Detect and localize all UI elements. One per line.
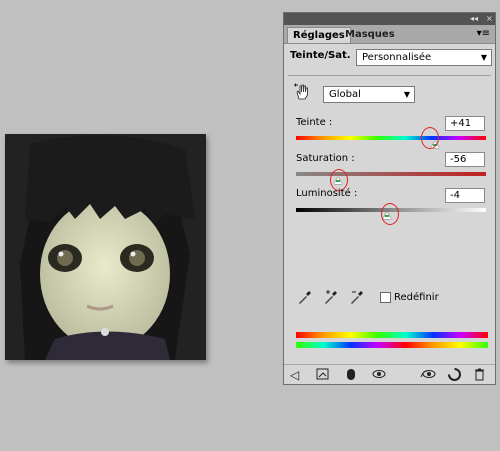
panel-titlebar: ◂◂ × (284, 13, 495, 25)
doll-image (5, 134, 206, 360)
reset-icon[interactable] (448, 368, 461, 384)
eyedropper-minus-icon[interactable] (350, 290, 364, 308)
chevron-down-icon: ▼ (403, 90, 410, 99)
output-spectrum-bar (296, 342, 488, 348)
lightness-input[interactable]: -4 (445, 188, 485, 203)
hue-track[interactable] (296, 136, 486, 140)
lightness-highlight-circle (381, 203, 399, 225)
adjustment-title: Teinte/Sat. (290, 50, 351, 61)
divider (288, 75, 491, 76)
back-arrow-icon[interactable]: ◁ (290, 368, 299, 382)
eyedropper-icon[interactable] (298, 290, 312, 308)
saturation-label: Saturation : (296, 153, 355, 164)
panel-toolbar: ◁ (284, 364, 495, 385)
lightness-label: Luminosité : (296, 188, 358, 199)
hue-input[interactable]: +41 (445, 116, 485, 131)
range-dropdown[interactable]: Global ▼ (323, 86, 415, 103)
colorize-label: Redéfinir (394, 292, 439, 303)
hand-adjust-icon[interactable] (293, 83, 311, 101)
input-spectrum-bar (296, 332, 488, 338)
view-previous-icon[interactable] (420, 368, 436, 384)
collapse-icon[interactable]: ◂◂ (470, 14, 478, 24)
tab-masques[interactable]: Masques (340, 27, 400, 42)
visibility-eye-icon[interactable] (372, 368, 386, 383)
chevron-down-icon: ▼ (480, 53, 487, 62)
eyedropper-plus-icon[interactable] (324, 290, 338, 308)
clip-layer-icon[interactable] (316, 368, 330, 384)
hue-highlight-circle (421, 127, 439, 149)
delete-icon[interactable] (474, 368, 485, 384)
panel-tabs: Réglages Masques ▾≡ (284, 25, 495, 44)
close-icon[interactable]: × (486, 14, 493, 24)
doll-photo (5, 134, 206, 360)
preset-value: Personnalisée (362, 52, 432, 63)
adjustments-panel: ◂◂ × Réglages Masques ▾≡ Teinte/Sat. Per… (283, 12, 496, 385)
colorize-checkbox[interactable] (380, 292, 391, 303)
saturation-input[interactable]: -56 (445, 152, 485, 167)
panel-menu-icon[interactable]: ▾≡ (477, 28, 490, 39)
preset-dropdown[interactable]: Personnalisée ▼ (356, 49, 492, 66)
range-value: Global (329, 89, 361, 100)
hue-label: Teinte : (296, 117, 333, 128)
mask-icon[interactable] (346, 368, 356, 384)
saturation-track[interactable] (296, 172, 486, 176)
